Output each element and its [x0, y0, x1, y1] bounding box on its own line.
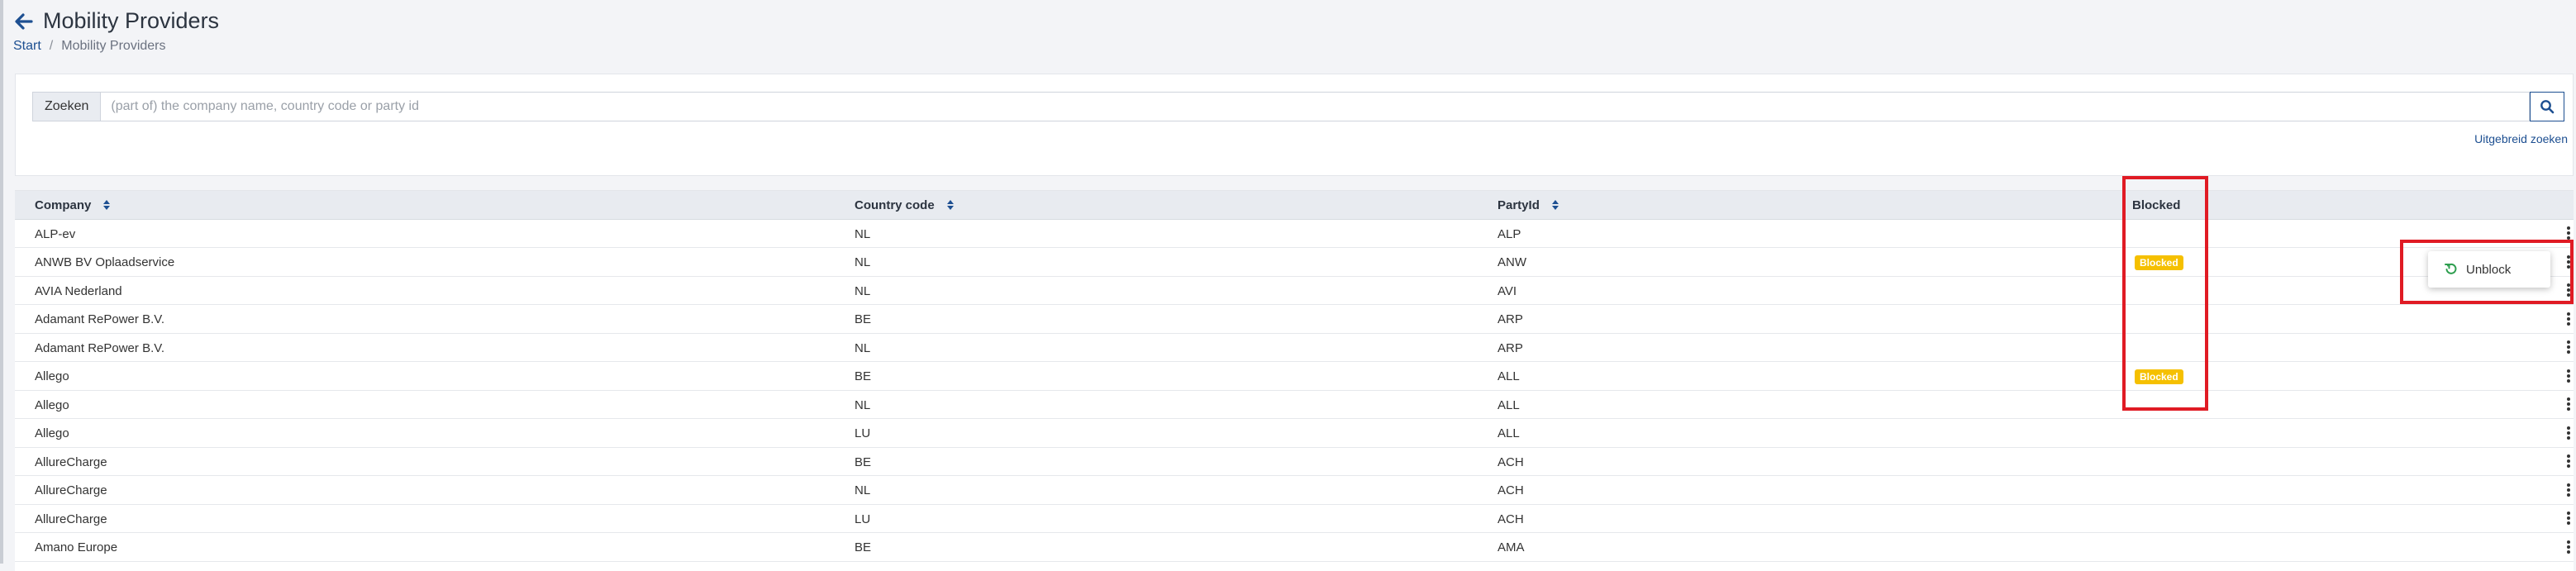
country-code-cell: LU: [855, 426, 871, 440]
country-code-cell: NL: [855, 226, 871, 241]
party-id-cell: AMA: [1498, 540, 1525, 554]
search-button[interactable]: [2530, 92, 2564, 121]
party-id-cell: ALL: [1498, 369, 1520, 383]
company-cell: AllureCharge: [35, 512, 107, 526]
company-cell: AVIA Nederland: [35, 283, 122, 298]
blocked-badge: Blocked: [2135, 369, 2183, 384]
company-cell: Adamant RePower B.V.: [35, 340, 165, 355]
company-cell: ANWB BV Oplaadservice: [35, 255, 175, 269]
back-arrow-icon[interactable]: [13, 11, 35, 32]
company-cell: Allego: [35, 426, 69, 440]
search-icon: [2540, 100, 2555, 114]
column-header-label: Blocked: [2132, 197, 2181, 212]
table-header: Company Country code PartyId Blocked: [15, 191, 2574, 220]
country-code-cell: NL: [855, 483, 871, 497]
company-cell: Allego: [35, 369, 69, 383]
window-edge: [0, 0, 3, 564]
blocked-cell: Blocked: [2135, 249, 2183, 277]
column-header-label: Company: [35, 197, 92, 212]
party-id-cell: ALL: [1498, 397, 1520, 412]
search-group: Zoeken: [32, 92, 2564, 121]
kebab-menu-icon[interactable]: [2564, 454, 2574, 468]
advanced-search-link[interactable]: Uitgebreid zoeken: [2474, 132, 2568, 145]
company-cell: Allego: [35, 397, 69, 412]
country-code-cell: NL: [855, 255, 871, 269]
title-row: Mobility Providers: [13, 8, 219, 34]
search-input[interactable]: [100, 92, 2530, 121]
kebab-menu-icon[interactable]: [2564, 226, 2574, 240]
unblock-label: Unblock: [2466, 262, 2512, 277]
party-id-cell: ARP: [1498, 340, 1523, 355]
column-header-label: PartyId: [1498, 197, 1540, 212]
table-row[interactable]: ALP-ev NL ALP: [15, 220, 2574, 248]
search-panel: Zoeken Uitgebreid zoeken: [15, 74, 2574, 176]
company-cell: ALP-ev: [35, 226, 76, 241]
country-code-cell: NL: [855, 397, 871, 412]
kebab-menu-icon[interactable]: [2564, 312, 2574, 326]
kebab-menu-icon[interactable]: [2564, 512, 2574, 525]
kebab-menu-icon[interactable]: [2564, 283, 2574, 297]
company-cell: AllureCharge: [35, 454, 107, 469]
table-row[interactable]: Adamant RePower B.V. BE ARP: [15, 306, 2574, 334]
country-code-cell: NL: [855, 283, 871, 298]
table-row[interactable]: Adamant RePower B.V. NL ARP: [15, 334, 2574, 362]
country-code-cell: BE: [855, 369, 872, 383]
table-row[interactable]: Allego NL ALL: [15, 391, 2574, 419]
sort-icon: [946, 199, 955, 211]
party-id-cell: ACH: [1498, 483, 1524, 497]
sort-icon: [1551, 199, 1559, 211]
kebab-menu-icon[interactable]: [2564, 540, 2574, 554]
country-code-cell: BE: [855, 540, 872, 554]
table-row[interactable]: AllureCharge LU ACH: [15, 505, 2574, 533]
column-header-company[interactable]: Company: [35, 191, 111, 219]
column-header-blocked: Blocked: [2132, 191, 2180, 219]
kebab-menu-icon[interactable]: [2564, 369, 2574, 383]
country-code-cell: BE: [855, 312, 872, 326]
country-code-cell: BE: [855, 454, 872, 469]
country-code-cell: LU: [855, 512, 871, 526]
search-prefix-label: Zoeken: [32, 92, 101, 121]
table-row[interactable]: AllureCharge BE ACH: [15, 448, 2574, 476]
party-id-cell: ACH: [1498, 454, 1524, 469]
kebab-menu-icon[interactable]: [2564, 255, 2574, 269]
blocked-badge: Blocked: [2135, 255, 2183, 270]
sort-icon: [102, 199, 111, 211]
table-row[interactable]: AVIA Nederland NL AVI: [15, 277, 2574, 305]
column-header-label: Country code: [855, 197, 935, 212]
company-cell: AllureCharge: [35, 483, 107, 497]
party-id-cell: ARP: [1498, 312, 1523, 326]
table-row[interactable]: Allego LU ALL: [15, 420, 2574, 448]
company-cell: Amano Europe: [35, 540, 118, 554]
kebab-menu-icon[interactable]: [2564, 340, 2574, 354]
kebab-menu-icon[interactable]: [2564, 397, 2574, 411]
party-id-cell: ALP: [1498, 226, 1521, 241]
company-cell: Adamant RePower B.V.: [35, 312, 165, 326]
kebab-menu-icon[interactable]: [2564, 426, 2574, 440]
breadcrumb-home-link[interactable]: Start: [13, 39, 41, 53]
party-id-cell: AVI: [1498, 283, 1517, 298]
unblock-menu-item[interactable]: Unblock: [2428, 251, 2550, 288]
party-id-cell: ACH: [1498, 512, 1524, 526]
kebab-menu-icon[interactable]: [2564, 483, 2574, 497]
undo-icon: [2445, 263, 2458, 276]
party-id-cell: ALL: [1498, 426, 1520, 440]
country-code-cell: NL: [855, 340, 871, 355]
breadcrumb: Start / Mobility Providers: [13, 39, 219, 54]
column-header-country-code[interactable]: Country code: [855, 191, 955, 219]
party-id-cell: ANW: [1498, 255, 1526, 269]
table-row[interactable]: Amano Europe BE AMA: [15, 534, 2574, 562]
breadcrumb-separator: /: [49, 39, 54, 53]
page-header: Mobility Providers Start / Mobility Provid…: [13, 8, 219, 54]
table-row[interactable]: Allego BE ALL Blocked: [15, 363, 2574, 391]
breadcrumb-current: Mobility Providers: [61, 39, 166, 53]
blocked-cell: Blocked: [2135, 363, 2183, 391]
table-row[interactable]: ANWB BV Oplaadservice NL ANW Blocked: [15, 249, 2574, 277]
table-row[interactable]: AllureCharge NL ACH: [15, 477, 2574, 505]
providers-table: Company Country code PartyId Blocked ALP…: [15, 190, 2574, 571]
row-context-menu: Unblock: [2428, 251, 2550, 288]
column-header-partyid[interactable]: PartyId: [1498, 191, 1559, 219]
page-title: Mobility Providers: [43, 8, 220, 33]
